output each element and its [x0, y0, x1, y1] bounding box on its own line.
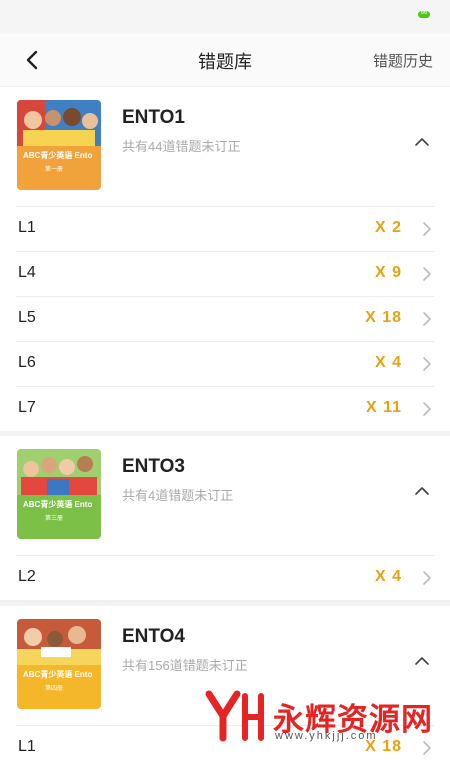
book-header[interactable]: ABC青少英语 Ento 第三册 ENTO3 共有4道错题未订正 — [0, 436, 450, 555]
cover-subtitle: 第三册 — [45, 516, 64, 522]
book-cover: ABC青少英语 Ento 第一册 — [17, 100, 101, 190]
watermark: 永辉资源网 www.yhkjjj.com — [203, 688, 443, 748]
chevron-right-icon — [423, 267, 431, 281]
chevron-up-icon[interactable] — [414, 135, 430, 149]
book-cover: ABC青少英语 Ento 第三册 — [17, 449, 101, 539]
book-header[interactable]: ABC青少英语 Ento 第一册 ENTO1 共有44道错题未订正 — [0, 87, 450, 206]
battery-icon: 66 — [418, 10, 430, 18]
cover-title: ABC青少英语 Ento — [23, 670, 93, 679]
error-count: X 9 — [374, 264, 402, 281]
lesson-name: L1 — [18, 219, 36, 236]
lesson-name: L4 — [18, 264, 36, 281]
error-count: X 4 — [374, 568, 402, 585]
book-section-ento1: ABC青少英语 Ento 第一册 ENTO1 共有44道错题未订正 L1 X 2… — [0, 87, 450, 431]
chevron-right-icon — [423, 357, 431, 371]
cover-subtitle: 第一册 — [45, 167, 64, 173]
chevron-right-icon — [423, 571, 431, 585]
lesson-name: L2 — [18, 568, 36, 585]
chevron-up-icon[interactable] — [414, 484, 430, 498]
status-bar: 66 — [0, 0, 450, 34]
cover-subtitle: 第四册 — [45, 686, 64, 692]
book-name: ENTO3 — [122, 456, 186, 477]
book-subtitle: 共有4道错题未订正 — [122, 488, 234, 503]
error-count: X 11 — [365, 399, 402, 416]
error-count: X 18 — [365, 309, 402, 326]
book-cover: ABC青少英语 Ento 第四册 — [17, 619, 101, 709]
lesson-row[interactable]: L2 X 4 — [16, 555, 434, 600]
lesson-row[interactable]: L6 X 4 — [16, 341, 434, 386]
chevron-right-icon — [423, 312, 431, 326]
lesson-row[interactable]: L5 X 18 — [16, 296, 434, 341]
lesson-name: L1 — [18, 738, 36, 755]
cover-photo — [17, 449, 101, 495]
lesson-row[interactable]: L7 X 11 — [16, 386, 434, 431]
book-subtitle: 共有156道错题未订正 — [122, 658, 248, 673]
watermark-logo-icon — [205, 690, 264, 742]
error-count: X 2 — [374, 219, 402, 236]
error-count: X 4 — [374, 354, 402, 371]
lesson-row[interactable]: L4 X 9 — [16, 251, 434, 296]
cover-photo — [17, 619, 101, 665]
history-button[interactable]: 错题历史 — [373, 50, 433, 71]
chevron-up-icon[interactable] — [414, 654, 430, 668]
book-name: ENTO4 — [122, 626, 186, 647]
cover-photo — [17, 100, 101, 146]
lesson-name: L6 — [18, 354, 36, 371]
lesson-row[interactable]: L1 X 2 — [16, 206, 434, 251]
book-section-ento3: ABC青少英语 Ento 第三册 ENTO3 共有4道错题未订正 L2 X 4 — [0, 436, 450, 600]
book-subtitle: 共有44道错题未订正 — [122, 139, 241, 154]
lesson-name: L7 — [18, 399, 36, 416]
lesson-name: L5 — [18, 309, 36, 326]
watermark-url: www.yhkjjj.com — [275, 730, 378, 742]
book-name: ENTO1 — [122, 107, 186, 128]
cover-title: ABC青少英语 Ento — [23, 500, 93, 509]
cover-title: ABC青少英语 Ento — [23, 151, 93, 160]
chevron-right-icon — [423, 402, 431, 416]
chevron-right-icon — [423, 222, 431, 236]
top-bar: 错题库 错题历史 — [0, 34, 450, 86]
